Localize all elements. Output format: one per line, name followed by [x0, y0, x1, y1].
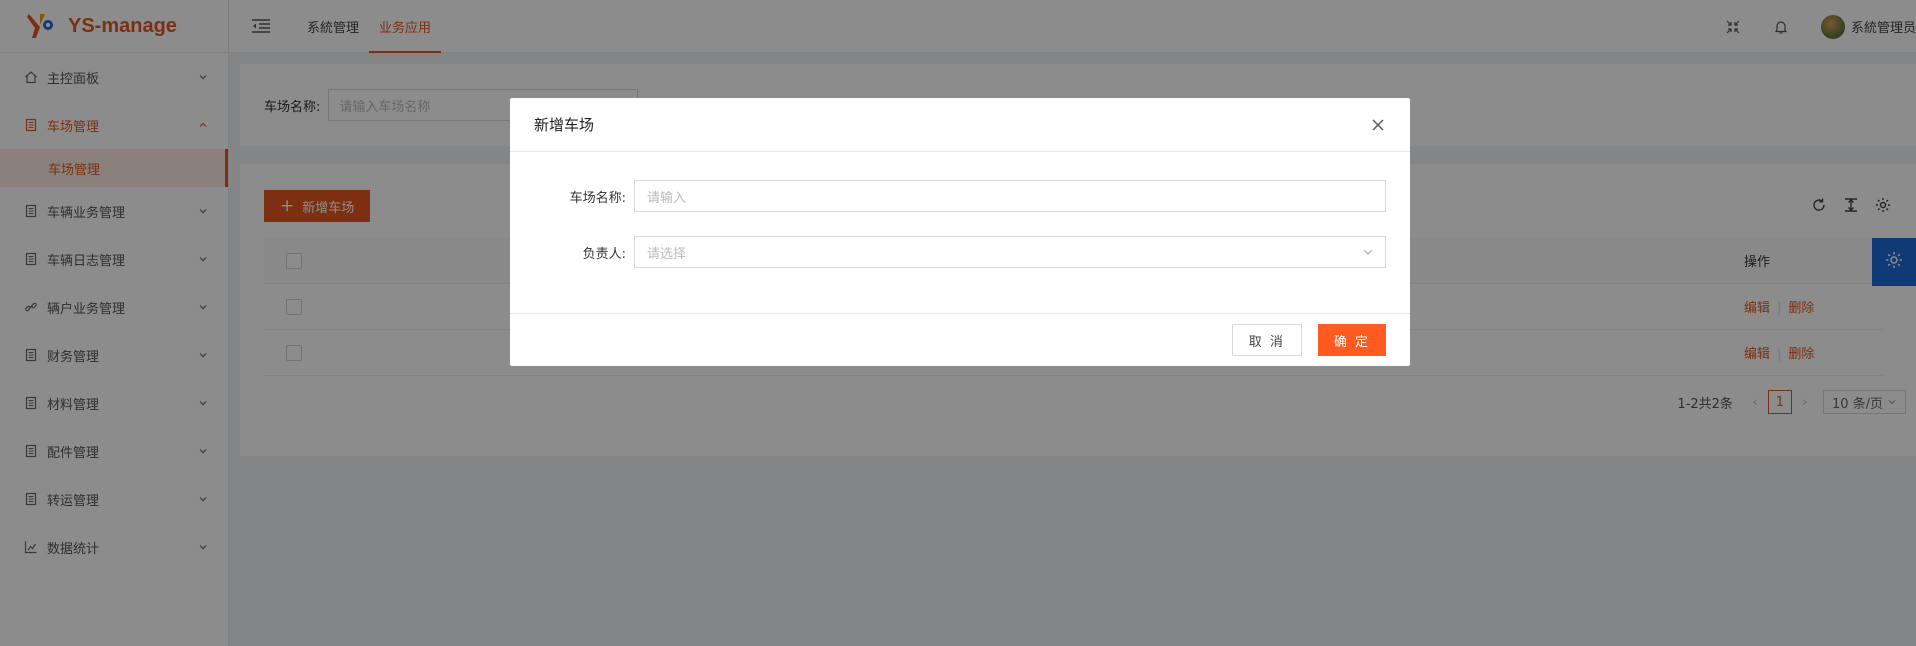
cancel-label: 取 消 — [1248, 334, 1285, 350]
modal-title: 新增车场 — [534, 116, 595, 134]
parking-name-placeholder: 请输入 — [647, 190, 687, 206]
add-parking-modal: 新增车场 车场名称: 请输入 负责人: 请选择 取 消 确 定 — [510, 98, 1410, 366]
confirm-button[interactable]: 确 定 — [1317, 324, 1386, 356]
cancel-button[interactable]: 取 消 — [1231, 324, 1302, 356]
modal-footer: 取 消 确 定 — [510, 313, 1410, 366]
form-row-manager: 负责人: 请选择 — [510, 236, 1386, 268]
parking-name-input[interactable]: 请输入 — [634, 180, 1386, 212]
form-row-parking-name: 车场名称: 请输入 — [510, 180, 1386, 212]
parking-name-label: 车场名称: — [569, 190, 626, 206]
manager-label: 负责人: — [582, 246, 626, 262]
modal-header: 新增车场 — [510, 98, 1410, 152]
confirm-label: 确 定 — [1333, 334, 1370, 350]
close-icon[interactable] — [1370, 117, 1386, 133]
chevron-down-icon — [1361, 245, 1375, 259]
manager-select[interactable]: 请选择 — [634, 236, 1386, 268]
manager-placeholder: 请选择 — [647, 246, 687, 262]
